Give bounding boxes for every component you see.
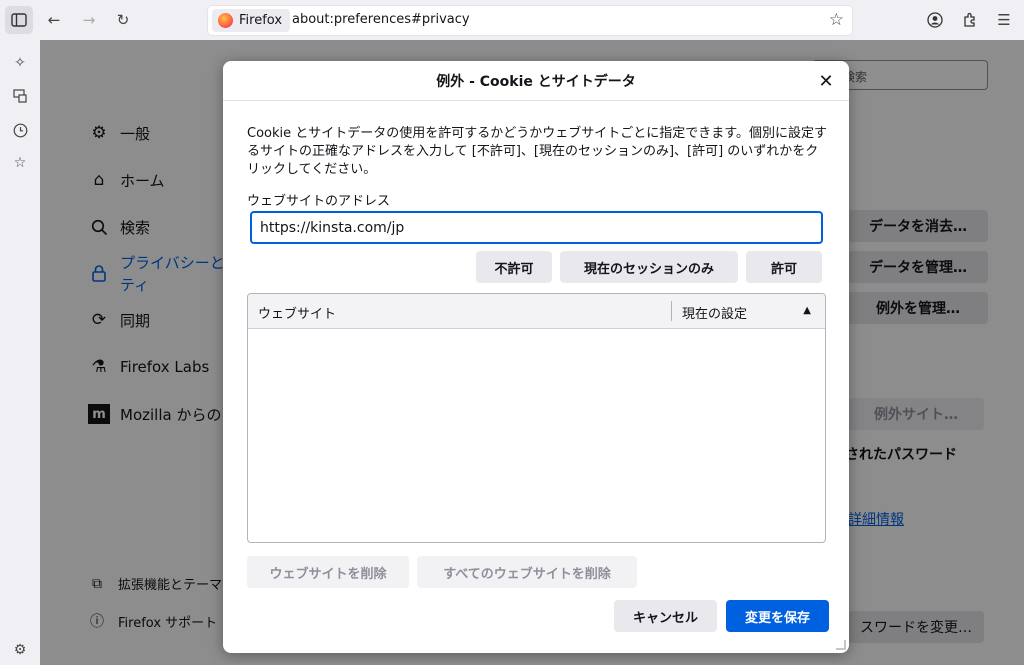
identity-box[interactable]: Firefox — [212, 9, 291, 32]
sort-ascending-icon: ▲ — [803, 305, 811, 316]
close-icon: ✕ — [818, 70, 834, 92]
url-text[interactable]: about:preferences#privacy — [292, 12, 470, 27]
save-changes-button[interactable]: 変更を保存 — [726, 600, 829, 632]
website-address-input[interactable] — [250, 211, 823, 244]
dialog-divider — [223, 100, 849, 101]
account-icon — [927, 12, 943, 28]
synced-tabs-icon[interactable] — [10, 86, 30, 106]
allow-session-button[interactable]: 現在のセッションのみ — [560, 251, 738, 283]
forward-button[interactable]: → — [75, 6, 103, 34]
back-arrow-icon: ← — [47, 11, 61, 29]
reload-button[interactable]: ↻ — [109, 6, 137, 34]
sidebar-settings-gear-icon[interactable]: ⚙ — [10, 640, 30, 660]
history-clock-icon[interactable] — [10, 120, 30, 140]
bookmark-star-icon[interactable]: ☆ — [829, 10, 844, 30]
dialog-close-button[interactable]: ✕ — [813, 68, 839, 94]
sites-table[interactable]: ウェブサイト 現在の設定 ▲ — [247, 293, 826, 543]
reload-icon: ↻ — [116, 11, 130, 29]
dialog-title: 例外 - Cookie とサイトデータ — [436, 74, 636, 90]
identity-label: Firefox — [239, 13, 283, 28]
resize-grip-icon[interactable] — [836, 640, 846, 650]
sidebar-strip: ✧ ☆ ⚙ — [0, 40, 40, 665]
browser-toolbar: ← → ↻ Firefox about:preferences#privacy … — [0, 0, 1024, 40]
allow-button[interactable]: 許可 — [746, 251, 822, 283]
back-button[interactable]: ← — [40, 6, 68, 34]
address-label: ウェブサイトのアドレス — [247, 194, 391, 209]
url-bar[interactable]: Firefox about:preferences#privacy ☆ — [207, 5, 853, 36]
column-header-website[interactable]: ウェブサイト — [258, 303, 336, 322]
extensions-button[interactable] — [956, 6, 984, 34]
hamburger-icon: ☰ — [997, 11, 1011, 29]
column-header-status[interactable]: 現在の設定 — [682, 303, 747, 322]
sidebar-icon — [11, 13, 27, 27]
cookie-exceptions-dialog: 例外 - Cookie とサイトデータ ✕ Cookie とサイトデータの使用を… — [223, 61, 849, 653]
table-header: ウェブサイト 現在の設定 ▲ — [248, 294, 825, 329]
remove-all-websites-button[interactable]: すべてのウェブサイトを削除 — [417, 556, 637, 588]
remove-website-button[interactable]: ウェブサイトを削除 — [247, 556, 409, 588]
puzzle-icon — [964, 12, 975, 27]
cancel-button[interactable]: キャンセル — [614, 600, 717, 632]
sidebar-toggle-button[interactable] — [5, 6, 33, 34]
forward-arrow-icon: → — [82, 11, 96, 29]
ai-sparkle-icon[interactable]: ✧ — [10, 53, 30, 73]
menu-button[interactable]: ☰ — [990, 6, 1018, 34]
bookmarks-star-icon[interactable]: ☆ — [10, 153, 30, 173]
account-button[interactable] — [921, 6, 949, 34]
column-divider — [671, 301, 672, 321]
block-button[interactable]: 不許可 — [476, 251, 552, 283]
dialog-description: Cookie とサイトデータの使用を許可するかどうかウェブサイトごとに指定できま… — [247, 126, 827, 177]
firefox-logo-icon — [218, 13, 233, 28]
